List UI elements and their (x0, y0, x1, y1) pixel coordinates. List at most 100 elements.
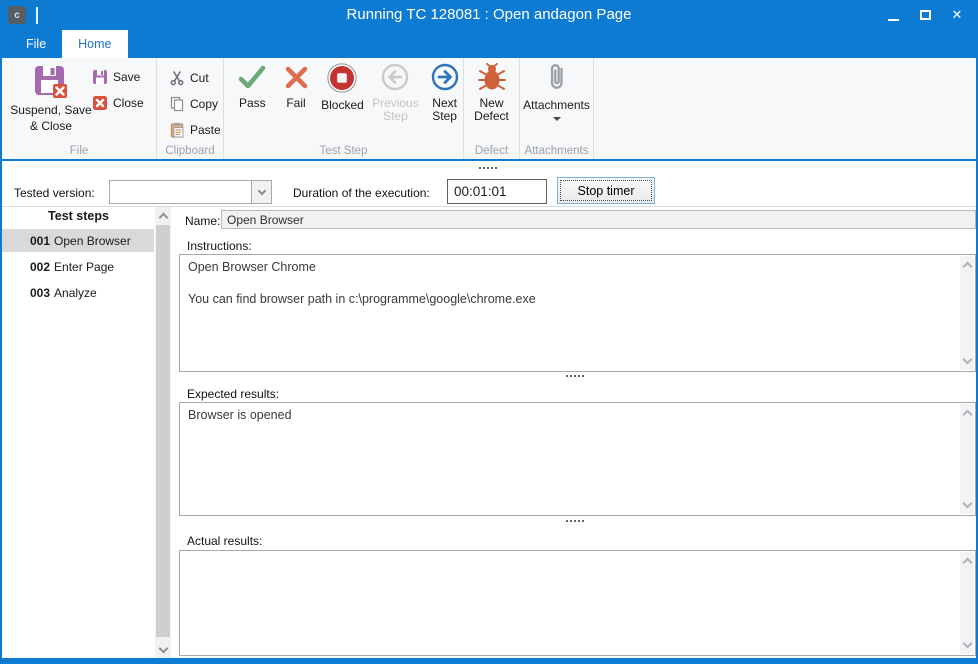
step-number: 002 (30, 260, 50, 274)
suspend-save-close-label-line2: & Close (30, 120, 72, 133)
chevron-up-icon (158, 212, 168, 222)
previous-step-label-line2: Step (383, 110, 408, 123)
chevron-down-icon (962, 355, 972, 365)
paste-label: Paste (190, 123, 221, 137)
pass-check-icon (237, 62, 267, 92)
step-name-input[interactable]: Open Browser (221, 210, 976, 229)
test-step-item-3[interactable]: 003 Analyze (2, 281, 154, 304)
paste-icon (169, 122, 185, 138)
fail-x-icon (281, 62, 311, 92)
instructions-box: Open Browser Chrome You can find browser… (179, 254, 976, 372)
pass-label: Pass (239, 97, 266, 110)
close-label: Close (113, 96, 144, 110)
instructions-textarea[interactable]: Open Browser Chrome You can find browser… (188, 259, 953, 367)
step-number: 003 (30, 286, 50, 300)
instructions-scrollbar[interactable] (960, 256, 974, 370)
next-step-button[interactable]: Next Step (426, 62, 463, 143)
next-step-label-line2: Step (432, 110, 457, 123)
ribbon-tab-bar: File Home (2, 30, 976, 58)
expected-results-textarea[interactable]: Browser is opened (188, 407, 953, 511)
close-button[interactable]: Close (92, 94, 144, 112)
test-steps-header: Test steps (2, 209, 155, 223)
steps-scrollbar[interactable] (155, 207, 171, 658)
tested-version-combobox[interactable] (109, 180, 272, 204)
test-step-group-label: Test Step (224, 145, 463, 157)
file-group-label: File (2, 145, 156, 157)
chevron-down-icon (257, 187, 265, 195)
attachments-button[interactable]: Attachments (522, 62, 592, 143)
blocked-label: Blocked (321, 99, 364, 112)
instructions-label: Instructions: (187, 239, 252, 253)
splitter-grip-middle[interactable] (566, 375, 584, 377)
copy-label: Copy (190, 97, 218, 111)
blocked-stop-icon (326, 62, 358, 94)
step-title: Analyze (54, 286, 97, 300)
maximize-button[interactable] (910, 0, 940, 30)
toolbar-divider (2, 206, 976, 207)
duration-label: Duration of the execution: (293, 186, 430, 200)
attachments-group-label: Attachments (520, 145, 593, 157)
maximize-icon (920, 10, 931, 20)
chevron-down-icon (158, 643, 168, 653)
tab-home[interactable]: Home (62, 30, 127, 58)
attachments-dropdown-caret-icon[interactable] (553, 117, 561, 121)
actual-results-textarea[interactable] (188, 555, 953, 651)
expected-results-scrollbar[interactable] (960, 404, 974, 514)
expected-results-label: Expected results: (187, 387, 279, 401)
ribbon-group-clipboard: Cut Copy Paste (157, 58, 224, 159)
tab-file[interactable]: File (10, 30, 62, 58)
chevron-down-icon (962, 639, 972, 649)
scroll-up-button[interactable] (155, 207, 171, 224)
title-bar: c Running TC 128081 : Open andagon Page … (0, 0, 978, 30)
suspend-save-close-label-line1: Suspend, Save (10, 104, 91, 117)
blocked-button[interactable]: Blocked (320, 62, 364, 143)
ribbon: Suspend, Save & Close Save (2, 58, 976, 161)
expected-results-box: Browser is opened (179, 402, 976, 516)
copy-button[interactable]: Copy (169, 95, 223, 113)
duration-input[interactable]: 00:01:01 (447, 179, 547, 204)
actual-results-scrollbar[interactable] (960, 552, 974, 654)
ribbon-group-defect: New Defect Defect (464, 58, 520, 159)
suspend-save-close-button[interactable]: Suspend, Save & Close (10, 61, 92, 143)
name-label: Name: (185, 214, 220, 228)
actual-results-label: Actual results: (187, 534, 262, 548)
window-border-left (0, 0, 2, 664)
test-step-item-2[interactable]: 002 Enter Page (2, 255, 154, 278)
step-title: Open Browser (54, 234, 131, 248)
stop-timer-button[interactable]: Stop timer (557, 177, 655, 204)
minimize-icon (888, 19, 899, 21)
tested-version-label: Tested version: (14, 186, 95, 200)
fail-label: Fail (286, 97, 305, 110)
minimize-button[interactable] (878, 0, 908, 30)
save-button[interactable]: Save (92, 68, 144, 86)
tested-version-dropdown-button[interactable] (251, 181, 271, 203)
scroll-down-button[interactable] (155, 641, 171, 658)
copy-icon (169, 96, 185, 112)
new-defect-button[interactable]: New Defect (467, 62, 517, 143)
pass-button[interactable]: Pass (233, 62, 272, 143)
chevron-down-icon (962, 499, 972, 509)
close-red-icon (92, 95, 108, 111)
splitter-grip-bottom[interactable] (566, 520, 584, 522)
cut-button[interactable]: Cut (169, 69, 223, 87)
attachments-label: Attachments (523, 99, 590, 112)
defect-group-label: Defect (464, 145, 519, 157)
previous-step-icon (380, 62, 410, 92)
close-icon: ✕ (952, 7, 963, 23)
step-title: Enter Page (54, 260, 114, 274)
chevron-up-icon (962, 558, 972, 568)
paste-button[interactable]: Paste (169, 121, 223, 139)
save-icon (92, 69, 108, 85)
close-window-button[interactable]: ✕ (942, 0, 972, 30)
ribbon-group-file: Suspend, Save & Close Save (2, 58, 157, 159)
scrollbar-thumb[interactable] (156, 225, 170, 637)
splitter-grip-top[interactable] (479, 167, 497, 169)
window-title: Running TC 128081 : Open andagon Page (0, 6, 978, 23)
chevron-up-icon (962, 410, 972, 420)
clipboard-group-label: Clipboard (157, 145, 223, 157)
suspend-save-close-icon (32, 63, 70, 101)
ribbon-group-test-step: Pass Fail Blocked (224, 58, 464, 159)
fail-button[interactable]: Fail (279, 62, 314, 143)
app-window: c Running TC 128081 : Open andagon Page … (0, 0, 978, 664)
test-step-item-1[interactable]: 001 Open Browser (2, 229, 154, 252)
